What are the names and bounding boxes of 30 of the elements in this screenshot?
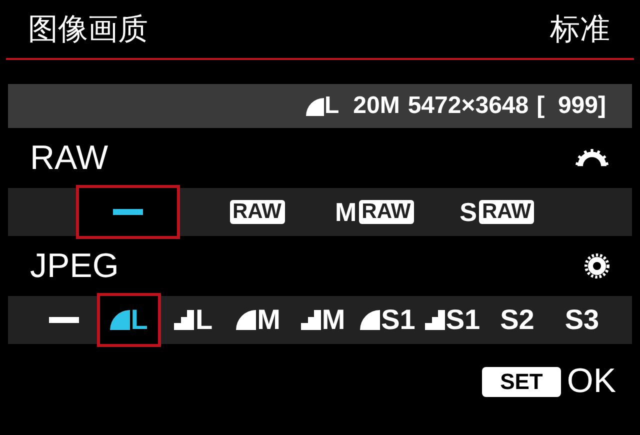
- size-label: L: [324, 92, 340, 120]
- jpeg-option[interactable]: S1: [356, 293, 420, 347]
- jpeg-option[interactable]: L: [162, 293, 226, 347]
- mode-label: 标准: [550, 10, 610, 48]
- jpeg-option[interactable]: M: [291, 293, 355, 347]
- jpeg-option[interactable]: S2: [485, 293, 550, 347]
- dial-icon: [584, 253, 610, 279]
- quality-icon: [300, 310, 321, 330]
- megapixels-label: 20M: [353, 92, 400, 120]
- quality-icon: [236, 310, 256, 330]
- jpeg-label: JPEG: [30, 246, 119, 286]
- quality-icon: [110, 310, 130, 330]
- jpeg-option[interactable]: M: [226, 293, 290, 347]
- jpeg-option[interactable]: L: [96, 293, 161, 347]
- raw-label: RAW: [30, 138, 108, 178]
- jpeg-option[interactable]: S3: [550, 293, 614, 347]
- resolution-label: 5472×3648: [408, 92, 529, 120]
- dial-icon: [574, 148, 610, 168]
- quality-icon: [360, 310, 380, 330]
- raw-option[interactable]: [76, 185, 180, 239]
- ok-label: OK: [566, 362, 616, 401]
- raw-option[interactable]: S RAW: [456, 185, 538, 239]
- shots-remaining: [ 999]: [536, 92, 606, 120]
- quality-icon: [424, 310, 445, 330]
- raw-option[interactable]: RAW: [220, 185, 292, 239]
- set-key: SET: [482, 366, 561, 396]
- quality-icon: [174, 310, 194, 330]
- jpeg-option[interactable]: S1: [420, 293, 484, 347]
- menu-title: 图像画质: [28, 10, 148, 48]
- raw-option[interactable]: M RAW: [332, 185, 417, 239]
